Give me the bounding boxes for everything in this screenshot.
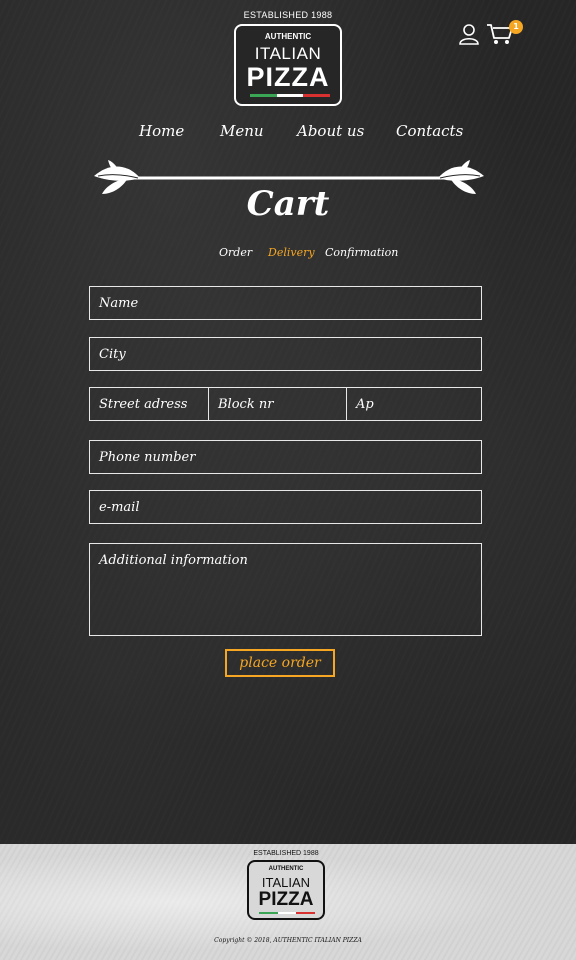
user-icon[interactable] — [458, 23, 480, 45]
phone-number-placeholder: Phone number — [99, 449, 196, 465]
address-row: Street adress Block nr Ap — [89, 387, 482, 421]
step-delivery[interactable]: Delivery — [268, 246, 315, 259]
city-field[interactable]: City — [89, 337, 482, 371]
additional-information-placeholder: Additional information — [99, 553, 248, 568]
email-placeholder: e-mail — [99, 499, 140, 515]
cart-count-badge: 1 — [509, 20, 523, 34]
footer-logo-authentic-text: AUTHENTIC — [268, 866, 304, 872]
logo-pizza-text: PIZZA — [246, 62, 330, 92]
footer-logo-pizza-text: PIZZA — [258, 889, 314, 910]
email-field[interactable]: e-mail — [89, 490, 482, 524]
footer-logo-established-text: ESTABLISHED 1988 — [253, 850, 319, 857]
street-address-placeholder: Street adress — [99, 396, 188, 412]
logo-italian-text: ITALIAN — [254, 44, 322, 63]
copyright-text: Copyright © 2018, AUTHENTIC ITALIAN PIZZ… — [214, 937, 362, 944]
name-field-placeholder: Name — [99, 295, 139, 311]
logo-flag-stripe — [250, 94, 331, 97]
step-confirmation[interactable]: Confirmation — [325, 246, 398, 259]
nav-item-home[interactable]: Home — [139, 122, 184, 140]
apartment-field[interactable]: Ap — [347, 388, 481, 420]
name-field[interactable]: Name — [89, 286, 482, 320]
footer-logo-flag-stripe — [259, 912, 316, 914]
nav-item-about-us[interactable]: About us — [297, 122, 364, 140]
logo-established-text: ESTABLISHED 1988 — [243, 10, 333, 20]
footer-logo-italian-text: ITALIAN — [261, 875, 311, 890]
main-nav: Home Menu About us Contacts — [0, 122, 576, 142]
phone-number-field[interactable]: Phone number — [89, 440, 482, 474]
apartment-placeholder: Ap — [356, 396, 374, 412]
nav-item-contacts[interactable]: Contacts — [396, 122, 463, 140]
step-order[interactable]: Order — [219, 246, 252, 259]
nav-item-menu[interactable]: Menu — [220, 122, 264, 140]
page-title: Cart — [246, 184, 330, 224]
block-number-field[interactable]: Block nr — [209, 388, 347, 420]
city-field-placeholder: City — [99, 346, 126, 362]
logo-badge[interactable]: AUTHENTIC ITALIAN PIZZA — [234, 24, 342, 106]
additional-information-field[interactable]: Additional information — [89, 543, 482, 636]
block-number-placeholder: Block nr — [218, 396, 274, 412]
street-address-field[interactable]: Street adress — [90, 388, 209, 420]
place-order-button[interactable]: place order — [225, 649, 335, 677]
logo-authentic-text: AUTHENTIC — [264, 32, 312, 41]
footer-logo-badge[interactable]: AUTHENTIC ITALIAN PIZZA — [247, 860, 325, 920]
